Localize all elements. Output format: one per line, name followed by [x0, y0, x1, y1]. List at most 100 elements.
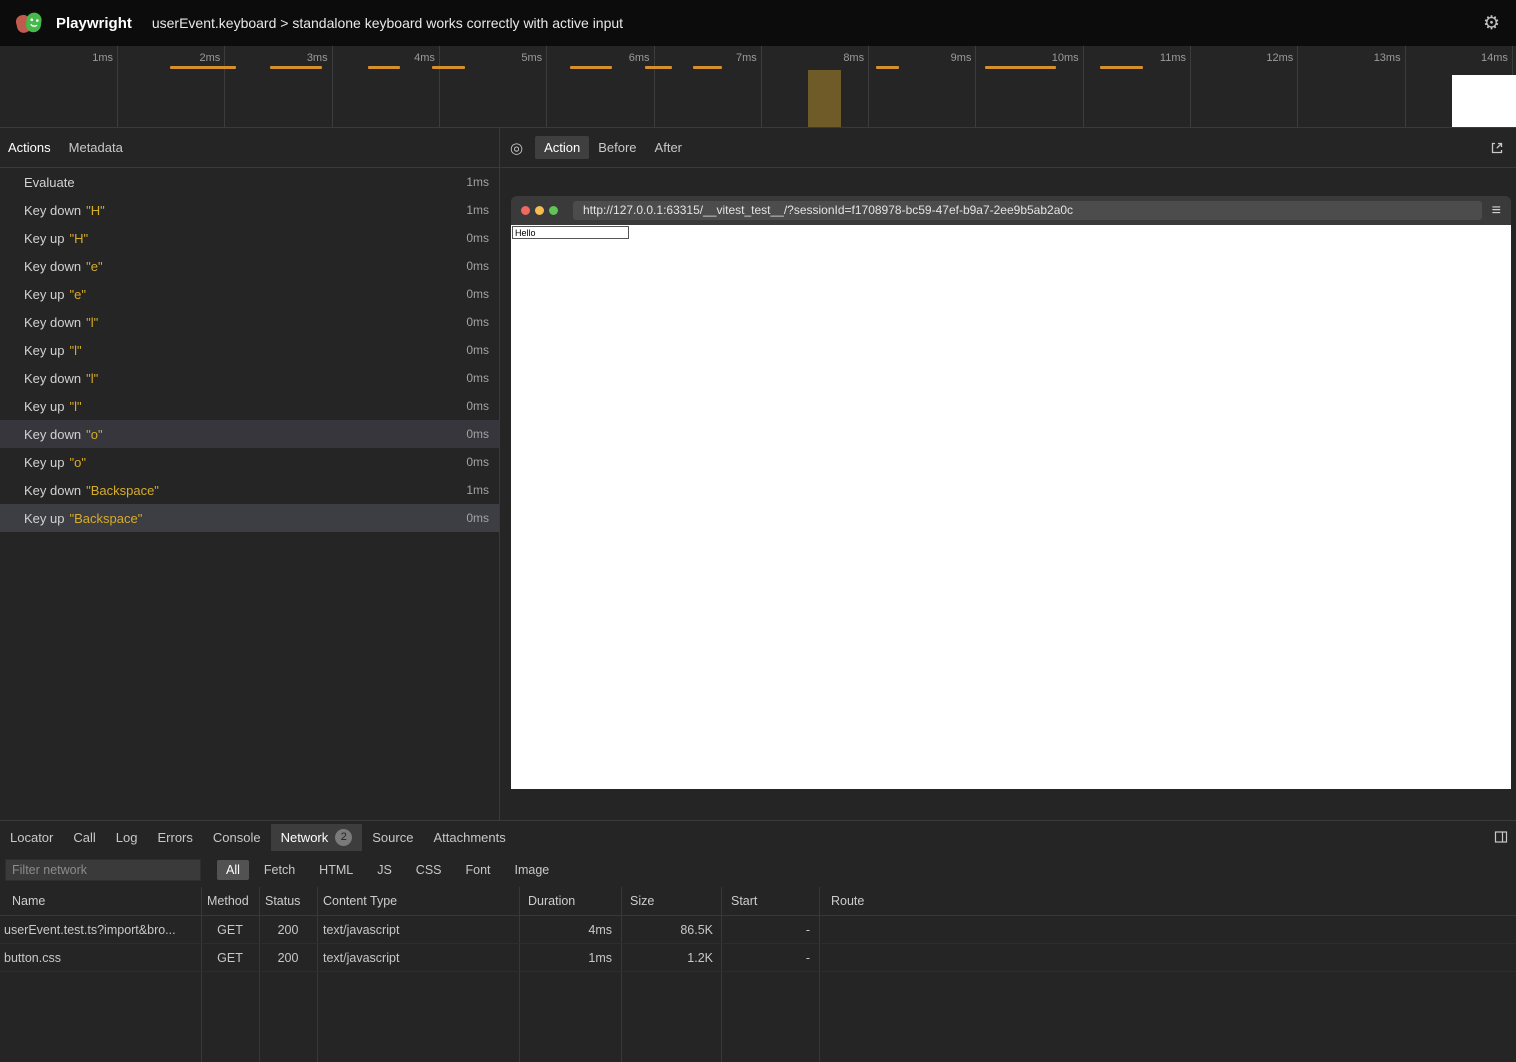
column-header-name: Name: [0, 894, 201, 908]
timeline-gridline: [1405, 46, 1406, 128]
network-request-row[interactable]: userEvent.test.ts?import&bro...GET200tex…: [0, 916, 1516, 944]
timeline-tick-label: 8ms: [788, 52, 864, 64]
cell-status: 200: [259, 923, 317, 937]
timeline-gridline: [1083, 46, 1084, 128]
snapshot-browser-window: http://127.0.0.1:63315/__vitest_test__/?…: [511, 196, 1511, 789]
snapshot-body: http://127.0.0.1:63315/__vitest_test__/?…: [500, 168, 1516, 820]
timeline-action-bar[interactable]: [645, 66, 672, 69]
filter-chip-all[interactable]: All: [217, 860, 249, 880]
timeline-tick-label: 1ms: [37, 52, 113, 64]
timeline-action-bar[interactable]: [570, 66, 612, 69]
action-list-item[interactable]: Key up"l"0ms: [0, 336, 499, 364]
action-list-item[interactable]: Key down"o"0ms: [0, 420, 499, 448]
snapshot-tabs: ◎ ActionBeforeAfter: [500, 128, 1516, 168]
timeline-gridline: [1297, 46, 1298, 128]
traffic-lights: [521, 206, 563, 215]
action-list-item[interactable]: Key up"H"0ms: [0, 224, 499, 252]
timeline-action-bar[interactable]: [985, 66, 1056, 69]
trace-title: userEvent.keyboard > standalone keyboard…: [152, 15, 1483, 31]
filter-chip-image[interactable]: Image: [506, 860, 559, 880]
pick-locator-icon[interactable]: ◎: [510, 139, 523, 157]
filter-chip-html[interactable]: HTML: [310, 860, 362, 880]
filter-chip-js[interactable]: JS: [368, 860, 401, 880]
timeline-action-bar[interactable]: [1100, 66, 1143, 69]
cell-status: 200: [259, 951, 317, 965]
network-table-header: NameMethodStatusContent TypeDurationSize…: [0, 887, 1516, 916]
tab-attachments[interactable]: Attachments: [423, 825, 515, 850]
cell-duration: 4ms: [519, 923, 621, 937]
page-text-input[interactable]: [512, 226, 629, 239]
tab-errors[interactable]: Errors: [147, 825, 202, 850]
filter-chip-fetch[interactable]: Fetch: [255, 860, 304, 880]
action-key-value: "l": [69, 399, 81, 414]
tab-console[interactable]: Console: [203, 825, 271, 850]
action-list-item[interactable]: Key up"Backspace"0ms: [0, 504, 499, 532]
timeline-gridline: [117, 46, 118, 128]
tab-metadata[interactable]: Metadata: [69, 140, 123, 155]
action-key-value: "e": [69, 287, 85, 302]
action-title: Key up"l": [24, 343, 466, 358]
network-request-row[interactable]: button.cssGET200text/javascript1ms1.2K-: [0, 944, 1516, 972]
action-list-item[interactable]: Key up"l"0ms: [0, 392, 499, 420]
action-list-item[interactable]: Key up"e"0ms: [0, 280, 499, 308]
action-list-item[interactable]: Key down"Backspace"1ms: [0, 476, 499, 504]
tab-before[interactable]: Before: [589, 136, 645, 159]
filter-chip-css[interactable]: CSS: [407, 860, 451, 880]
timeline-action-bar[interactable]: [170, 66, 236, 69]
resource-type-chips: All Fetch HTML JS CSS Font Image: [217, 860, 564, 880]
timeline-gridline: [868, 46, 869, 128]
settings-gear-icon[interactable]: ⚙: [1483, 12, 1500, 35]
timeline-action-bar[interactable]: [693, 66, 722, 69]
action-key-value: "Backspace": [69, 511, 142, 526]
timeline-tick-label: 4ms: [359, 52, 435, 64]
timeline-action-bar[interactable]: [432, 66, 465, 69]
timeline-tick-label: 14ms: [1432, 52, 1508, 64]
actions-panel: Actions Metadata Evaluate1msKey down"H"1…: [0, 128, 500, 820]
timeline-gridline: [546, 46, 547, 128]
tab-log[interactable]: Log: [106, 825, 148, 850]
tab-locator[interactable]: Locator: [0, 825, 63, 850]
action-title: Key up"e": [24, 287, 466, 302]
network-filter-input[interactable]: [5, 859, 201, 881]
open-snapshot-external-icon[interactable]: [1490, 141, 1504, 155]
action-list-item[interactable]: Key down"e"0ms: [0, 252, 499, 280]
action-list-item[interactable]: Key up"o"0ms: [0, 448, 499, 476]
action-list-item[interactable]: Key down"l"0ms: [0, 364, 499, 392]
action-key-value: "l": [86, 371, 98, 386]
timeline-action-bar[interactable]: [368, 66, 400, 69]
tab-actions[interactable]: Actions: [8, 140, 51, 155]
timeline[interactable]: 1ms2ms3ms4ms5ms6ms7ms8ms9ms10ms11ms12ms1…: [0, 46, 1516, 128]
playwright-trace-viewer: Playwright userEvent.keyboard > standalo…: [0, 0, 1516, 1062]
hamburger-menu-icon[interactable]: ≡: [1492, 202, 1501, 220]
toggle-panel-layout-icon[interactable]: [1494, 830, 1508, 844]
tab-call[interactable]: Call: [63, 825, 105, 850]
timeline-action-bar[interactable]: [876, 66, 899, 69]
timeline-gridline: [975, 46, 976, 128]
timeline-action-bar[interactable]: [270, 66, 322, 69]
traffic-light-yellow: [535, 206, 544, 215]
timeline-tick-label: 6ms: [574, 52, 650, 64]
action-list-item[interactable]: Evaluate1ms: [0, 168, 499, 196]
action-key-value: "H": [69, 231, 88, 246]
column-header-status: Status: [259, 894, 317, 908]
action-title: Key up"H": [24, 231, 466, 246]
action-key-value: "Backspace": [86, 483, 159, 498]
main-split: Actions Metadata Evaluate1msKey down"H"1…: [0, 128, 1516, 820]
timeline-tick-label: 5ms: [466, 52, 542, 64]
tab-network[interactable]: Network2: [271, 824, 363, 851]
action-title: Key down"l": [24, 371, 466, 386]
action-list-item[interactable]: Key down"H"1ms: [0, 196, 499, 224]
tab-action[interactable]: Action: [535, 136, 589, 159]
column-header-size: Size: [621, 894, 721, 908]
tab-source[interactable]: Source: [362, 825, 423, 850]
action-duration: 0ms: [466, 511, 489, 525]
tab-after[interactable]: After: [646, 136, 691, 159]
traffic-light-red: [521, 206, 530, 215]
filter-chip-font[interactable]: Font: [457, 860, 500, 880]
filmstrip-screenshot[interactable]: [1452, 75, 1516, 128]
network-table: NameMethodStatusContent TypeDurationSize…: [0, 887, 1516, 1062]
cell-method: GET: [201, 951, 259, 965]
snapshot-page: [511, 225, 1511, 789]
cell-size: 86.5K: [621, 923, 721, 937]
action-list-item[interactable]: Key down"l"0ms: [0, 308, 499, 336]
